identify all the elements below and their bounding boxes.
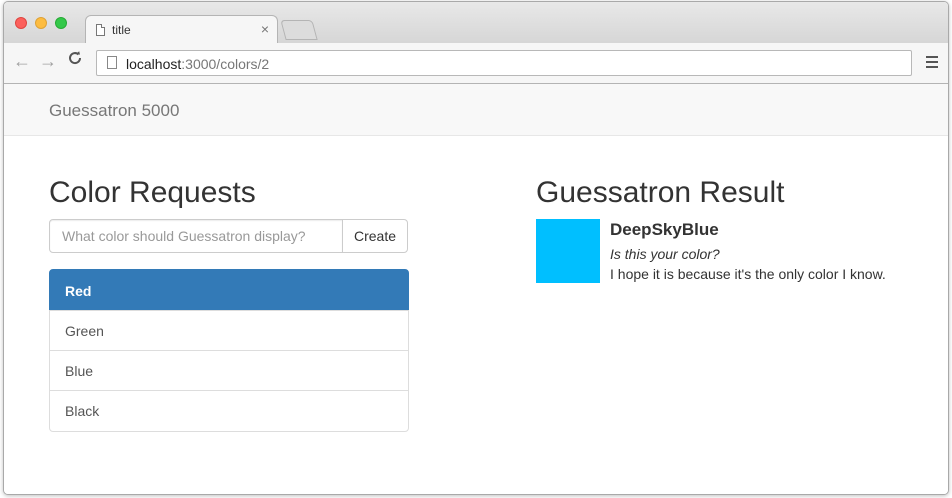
new-tab-button[interactable]	[280, 20, 318, 40]
request-form: Create	[49, 219, 409, 253]
tab-strip: title ×	[4, 2, 948, 44]
color-request-input[interactable]	[49, 219, 343, 253]
guessatron-result-panel: Guessatron Result DeepSkyBlue Is this yo…	[536, 176, 936, 283]
tab-title: title	[112, 23, 131, 37]
create-button[interactable]: Create	[342, 219, 408, 253]
navbar-brand[interactable]: Guessatron 5000	[49, 101, 179, 121]
document-icon	[96, 24, 105, 36]
navbar: Guessatron 5000	[4, 84, 948, 136]
close-icon[interactable]: ×	[261, 21, 269, 37]
color-requests-panel: Color Requests Create Red Green Blue Bla…	[49, 176, 409, 432]
list-item-red[interactable]: Red	[49, 269, 409, 311]
browser-window: title × ← → localhost:3000/colors/2 Gues…	[3, 1, 949, 495]
color-request-list: Red Green Blue Black	[49, 269, 409, 432]
close-window-button[interactable]	[15, 17, 27, 29]
browser-tab[interactable]: title ×	[85, 15, 278, 44]
requests-heading: Color Requests	[49, 176, 256, 209]
result-color-name: DeepSkyBlue	[610, 220, 719, 239]
url-text[interactable]: localhost:3000/colors/2	[126, 56, 269, 72]
zoom-window-button[interactable]	[55, 17, 67, 29]
list-item-black[interactable]: Black	[49, 390, 409, 432]
page-viewport: Guessatron 5000 Color Requests Create Re…	[4, 84, 948, 494]
result-answer: I hope it is because it's the only color…	[610, 266, 886, 282]
result-question: Is this your color?	[610, 246, 720, 262]
url-path: :3000/colors/2	[181, 56, 270, 72]
forward-arrow-icon[interactable]: →	[39, 51, 57, 72]
browser-toolbar: ← → localhost:3000/colors/2	[4, 43, 948, 84]
minimize-window-button[interactable]	[35, 17, 47, 29]
hamburger-menu-icon[interactable]	[926, 56, 938, 71]
result-heading: Guessatron Result	[536, 176, 785, 209]
back-arrow-icon[interactable]: ←	[13, 51, 31, 72]
list-item-green[interactable]: Green	[49, 310, 409, 351]
color-swatch	[536, 219, 600, 283]
document-icon	[107, 56, 117, 69]
result-body: DeepSkyBlue Is this your color? I hope i…	[610, 219, 940, 284]
reload-icon[interactable]	[67, 50, 83, 71]
url-host: localhost	[126, 56, 182, 72]
list-item-blue[interactable]: Blue	[49, 350, 409, 391]
address-bar[interactable]: localhost:3000/colors/2	[96, 50, 912, 76]
